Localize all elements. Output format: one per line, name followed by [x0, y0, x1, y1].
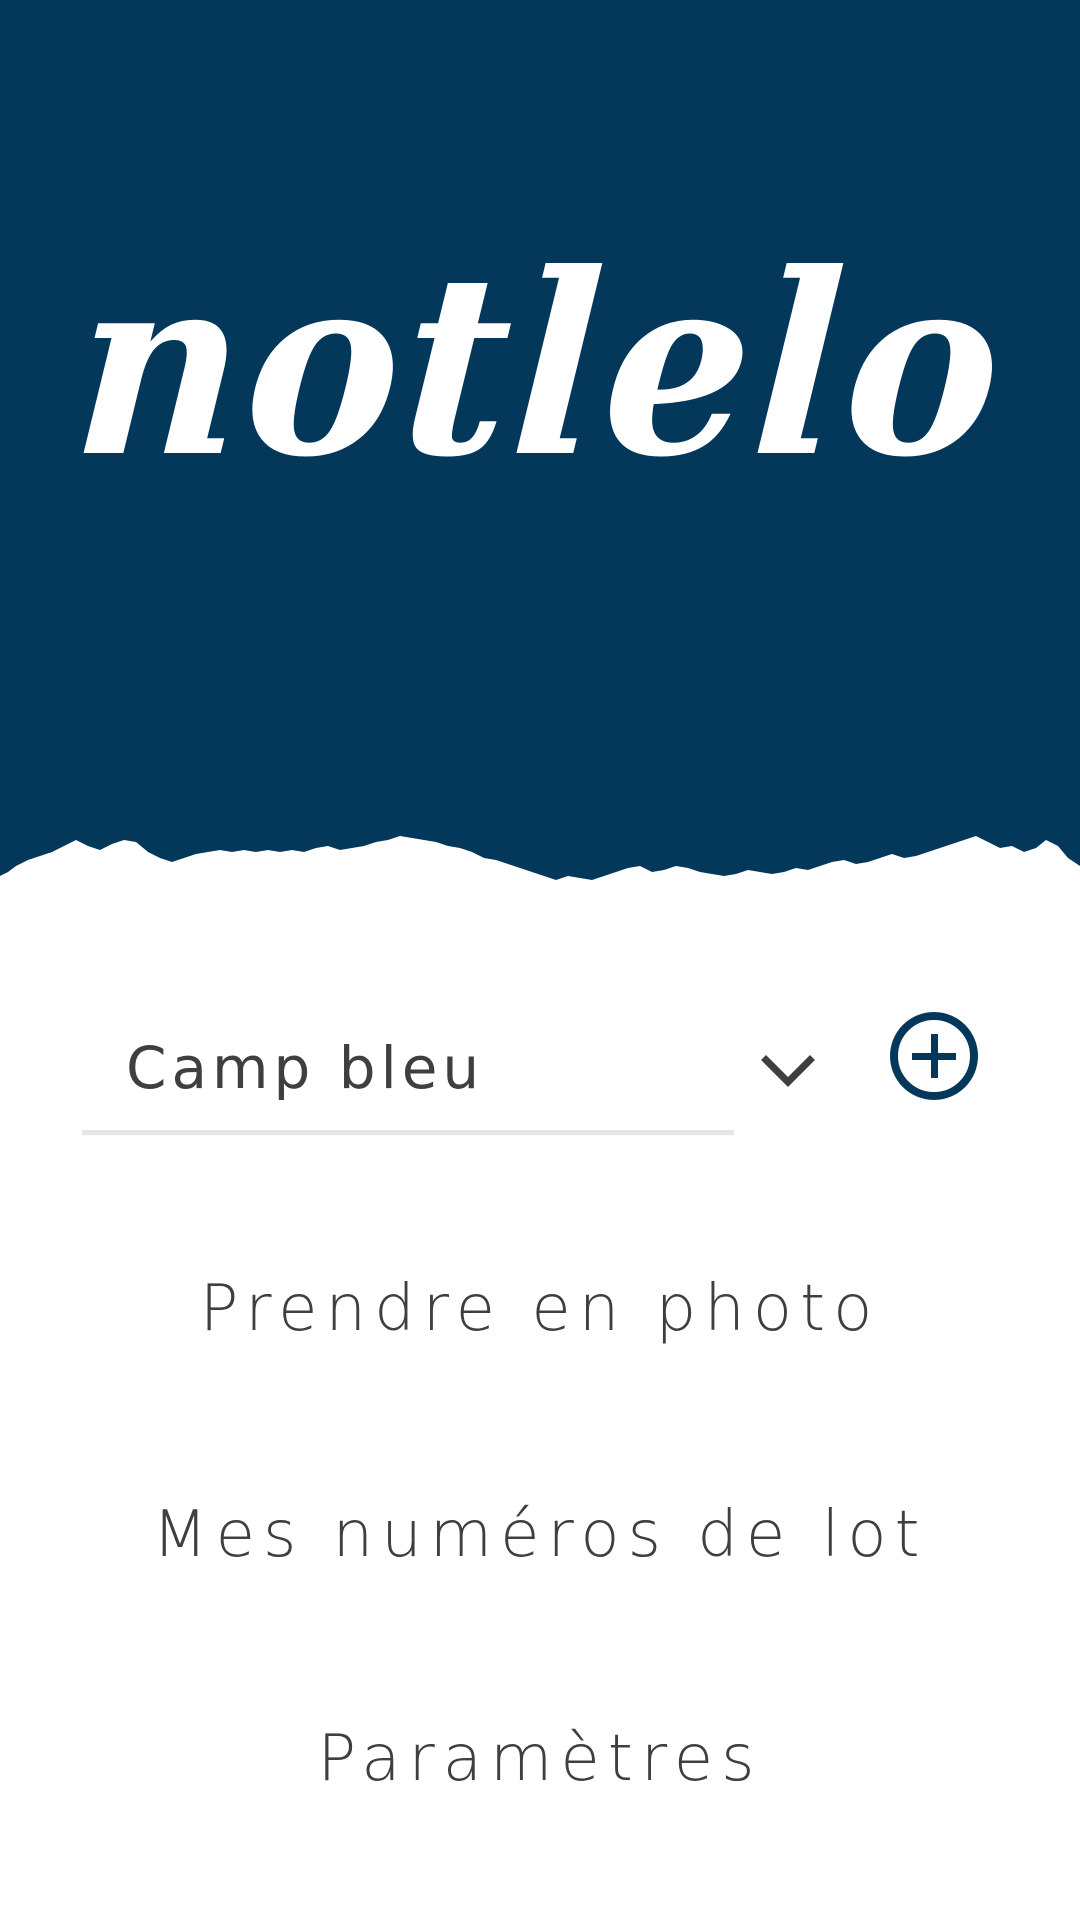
camp-selector-row: Camp bleu — [82, 1010, 1002, 1150]
logo-text: notlelo — [66, 218, 1014, 512]
add-camp-button[interactable] — [888, 1010, 980, 1102]
menu-item-settings[interactable]: Paramètres — [0, 1722, 1080, 1796]
chevron-down-icon[interactable] — [758, 1052, 818, 1092]
app-logo: notlelo — [0, 200, 1080, 530]
plus-circle-icon — [912, 1034, 956, 1078]
camp-select-value: Camp bleu — [126, 1034, 485, 1102]
header-banner: notlelo — [0, 0, 1080, 900]
camp-select[interactable]: Camp bleu — [82, 1010, 815, 1135]
menu-item-lot-numbers[interactable]: Mes numéros de lot — [0, 1498, 1080, 1572]
menu-item-take-photo[interactable]: Prendre en photo — [0, 1272, 1080, 1346]
